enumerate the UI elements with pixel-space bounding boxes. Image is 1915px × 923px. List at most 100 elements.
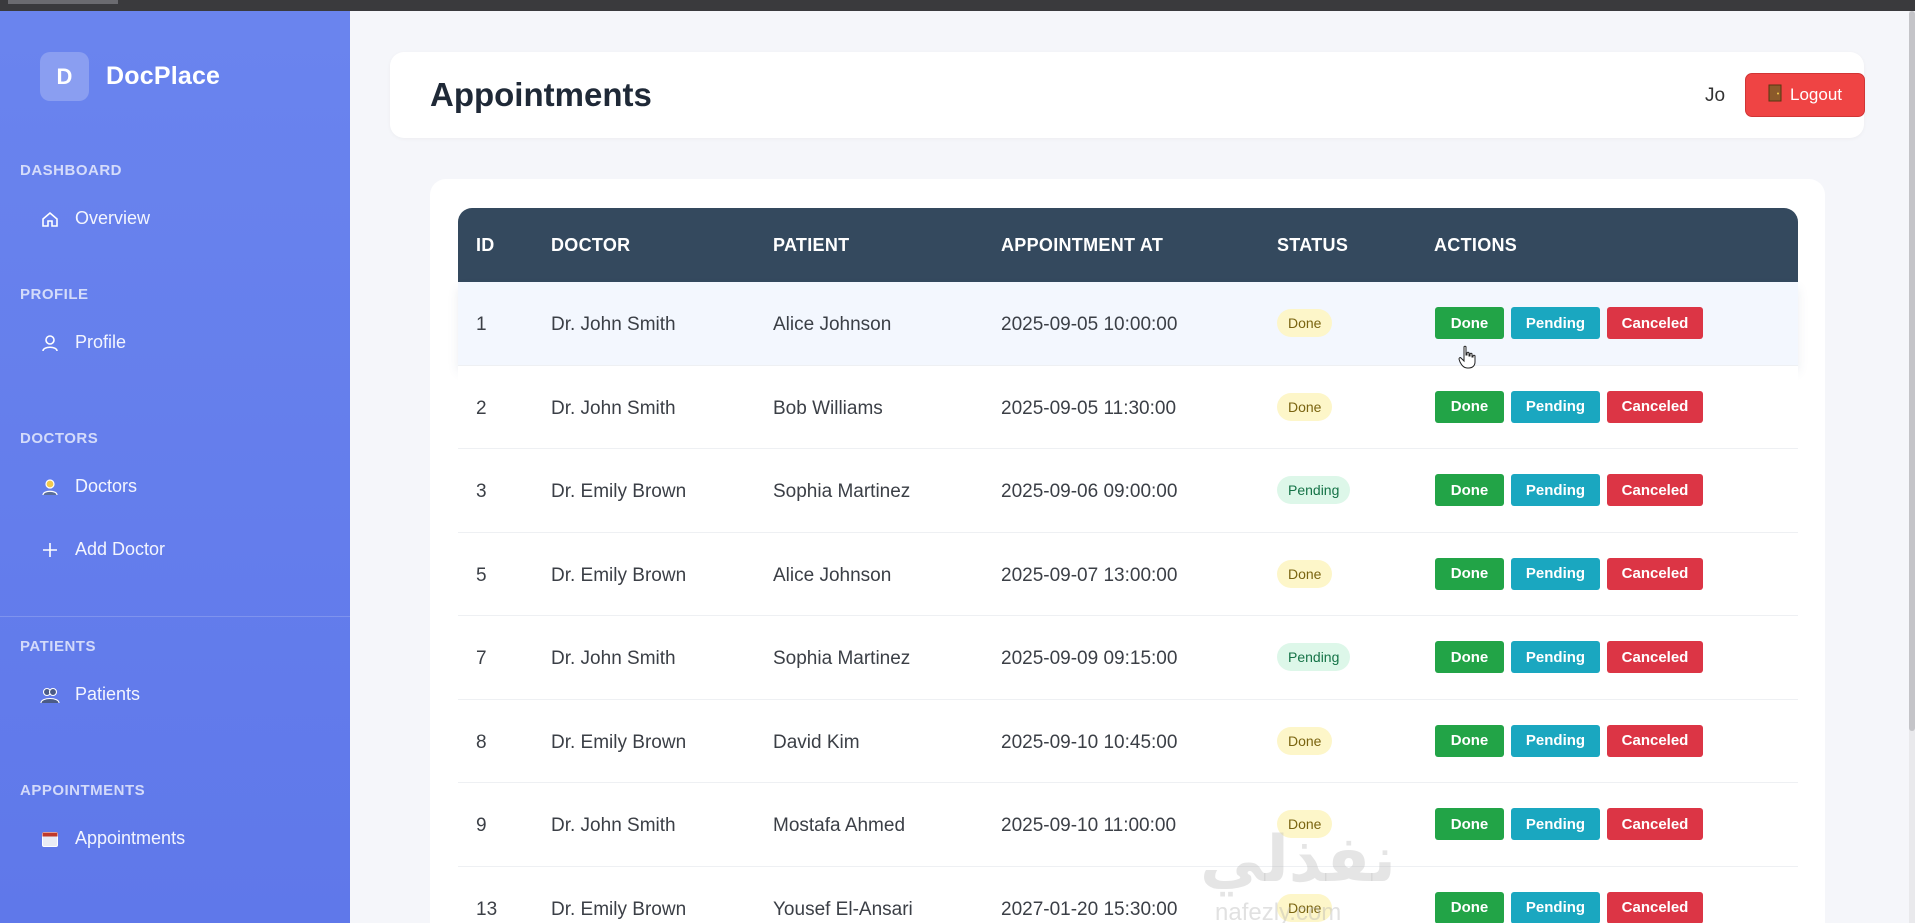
appointments-table: ID DOCTOR PATIENT APPOINTMENT AT STATUS … (458, 208, 1798, 923)
brand[interactable]: D DocPlace (40, 52, 220, 101)
brand-name: DocPlace (106, 62, 221, 90)
sidebar-item-add-doctor[interactable]: Add Doctor (40, 539, 165, 560)
cell-doctor: Dr. John Smith (551, 397, 676, 419)
status-badge: Done (1277, 309, 1333, 337)
page-title: Appointments (430, 76, 652, 113)
mark-pending-button[interactable]: Pending (1511, 808, 1600, 840)
column-header-appointment-at: APPOINTMENT AT (1001, 235, 1164, 255)
column-header-doctor: DOCTOR (551, 235, 631, 255)
cell-patient: Bob Williams (773, 397, 883, 419)
mark-pending-button[interactable]: Pending (1511, 891, 1600, 923)
mark-pending-button[interactable]: Pending (1511, 557, 1600, 590)
scrollbar-thumb[interactable] (1909, 11, 1915, 731)
status-badge: Pending (1277, 643, 1351, 671)
nav-section-doctors: DOCTORS (20, 430, 99, 447)
cell-id: 7 (476, 648, 487, 669)
nav-section-dashboard: DASHBOARD (20, 162, 122, 179)
nav-divider (0, 616, 350, 617)
logout-label: Logout (1790, 85, 1842, 104)
mark-pending-button[interactable]: Pending (1511, 724, 1600, 757)
status-badge: Done (1277, 726, 1333, 755)
cell-patient: David Kim (773, 731, 860, 753)
patients-icon (40, 685, 60, 705)
cell-appointment-at: 2027-01-20 15:30:00 (1001, 898, 1178, 920)
doctor-icon (40, 477, 60, 497)
sidebar: D DocPlace DASHBOARD Overview PROFILE Pr… (0, 11, 350, 923)
appointments-card: ID DOCTOR PATIENT APPOINTMENT AT STATUS … (430, 179, 1825, 923)
cell-appointment-at: 2025-09-05 10:00:00 (1001, 314, 1178, 335)
user-icon (40, 333, 60, 353)
table-row: 8 Dr. Emily Brown David Kim 2025-09-10 10:4… (458, 699, 1798, 783)
sidebar-item-doctors[interactable]: Doctors (40, 476, 137, 497)
sidebar-item-appointments[interactable]: Appointments (40, 828, 185, 849)
sidebar-item-label: Doctors (75, 476, 138, 496)
sidebar-item-patients[interactable]: Patients (40, 684, 140, 705)
column-header-actions: ACTIONS (1434, 235, 1518, 255)
mark-canceled-button[interactable]: Canceled (1607, 641, 1703, 673)
cell-appointment-at: 2025-09-10 11:00:00 (1001, 815, 1177, 836)
mark-canceled-button[interactable]: Canceled (1607, 724, 1703, 757)
cell-doctor: Dr. Emily Brown (551, 564, 687, 586)
mark-done-button[interactable]: Done (1435, 641, 1504, 673)
cell-patient: Sophia Martinez (773, 481, 911, 502)
cell-id: 13 (476, 898, 498, 920)
sidebar-item-label: Profile (75, 332, 127, 352)
cell-appointment-at: 2025-09-09 09:15:00 (1001, 648, 1178, 669)
cell-doctor: Dr. John Smith (551, 648, 676, 669)
table-row: 2 Dr. John Smith Bob Williams 2025-09-05 11… (458, 365, 1798, 449)
logout-button[interactable]: Logout (1745, 73, 1865, 117)
mark-pending-button[interactable]: Pending (1511, 307, 1600, 339)
mark-canceled-button[interactable]: Canceled (1607, 808, 1703, 840)
mark-done-button[interactable]: Done (1435, 390, 1504, 423)
mark-done-button[interactable]: Done (1435, 557, 1504, 590)
mark-done-button[interactable]: Done (1435, 307, 1504, 339)
cell-patient: Alice Johnson (773, 314, 892, 335)
sidebar-item-profile[interactable]: Profile (40, 332, 126, 353)
cell-appointment-at: 2025-09-05 11:30:00 (1001, 397, 1177, 419)
status-badge: Done (1277, 392, 1333, 421)
door-icon (1768, 84, 1782, 107)
cell-doctor: Dr. Emily Brown (551, 731, 687, 753)
mark-done-button[interactable]: Done (1435, 891, 1504, 923)
watermark-url: nafezly.com (1215, 899, 1342, 923)
mark-done-button[interactable]: Done (1435, 474, 1504, 506)
calendar-icon (40, 829, 60, 849)
cell-id: 3 (476, 481, 487, 502)
cell-appointment-at: 2025-09-07 13:00:00 (1001, 564, 1178, 586)
mark-canceled-button[interactable]: Canceled (1607, 307, 1703, 339)
column-header-patient: PATIENT (773, 235, 850, 255)
cell-id: 8 (476, 731, 487, 753)
cell-patient: Yousef El-Ansari (773, 898, 913, 920)
column-header-status: STATUS (1277, 235, 1349, 255)
mark-canceled-button[interactable]: Canceled (1607, 891, 1703, 923)
table-body: 1 Dr. John Smith Alice Johnson 2025-09-05 1… (458, 282, 1798, 923)
cell-id: 2 (476, 397, 487, 419)
browser-top-strip (0, 0, 1915, 11)
cell-patient: Mostafa Ahmed (773, 815, 906, 836)
page-header: Appointments Jo Logout (390, 52, 1865, 138)
status-badge: Pending (1277, 476, 1351, 504)
status-badge: Done (1277, 559, 1333, 588)
cell-doctor: Dr. John Smith (551, 314, 676, 335)
mark-done-button[interactable]: Done (1435, 808, 1504, 840)
mark-pending-button[interactable]: Pending (1511, 641, 1600, 673)
plus-icon (40, 540, 60, 560)
table-row: 9 Dr. John Smith Mostafa Ahmed 2025-09-10 1… (458, 783, 1798, 867)
mark-pending-button[interactable]: Pending (1511, 390, 1600, 423)
mark-canceled-button[interactable]: Canceled (1607, 557, 1703, 590)
sidebar-item-label: Overview (75, 208, 151, 228)
mark-canceled-button[interactable]: Canceled (1607, 390, 1703, 423)
cell-id: 9 (476, 815, 487, 836)
mark-canceled-button[interactable]: Canceled (1607, 474, 1703, 506)
table-row: 13 Dr. Emily Brown Yousef El-Ansari 2027-01… (458, 866, 1798, 923)
sidebar-item-label: Add Doctor (75, 539, 166, 559)
table-row: 3 Dr. Emily Brown Sophia Martinez 2025-09-0… (458, 449, 1798, 533)
sidebar-item-label: Appointments (75, 828, 186, 848)
sidebar-item-overview[interactable]: Overview (40, 208, 150, 229)
mark-done-button[interactable]: Done (1435, 724, 1504, 757)
scrollbar[interactable] (1909, 11, 1915, 923)
mark-pending-button[interactable]: Pending (1511, 474, 1600, 506)
nav-section-appointments: APPOINTMENTS (20, 782, 146, 799)
home-icon (40, 209, 60, 229)
watermark: نفذلي (1200, 823, 1396, 897)
